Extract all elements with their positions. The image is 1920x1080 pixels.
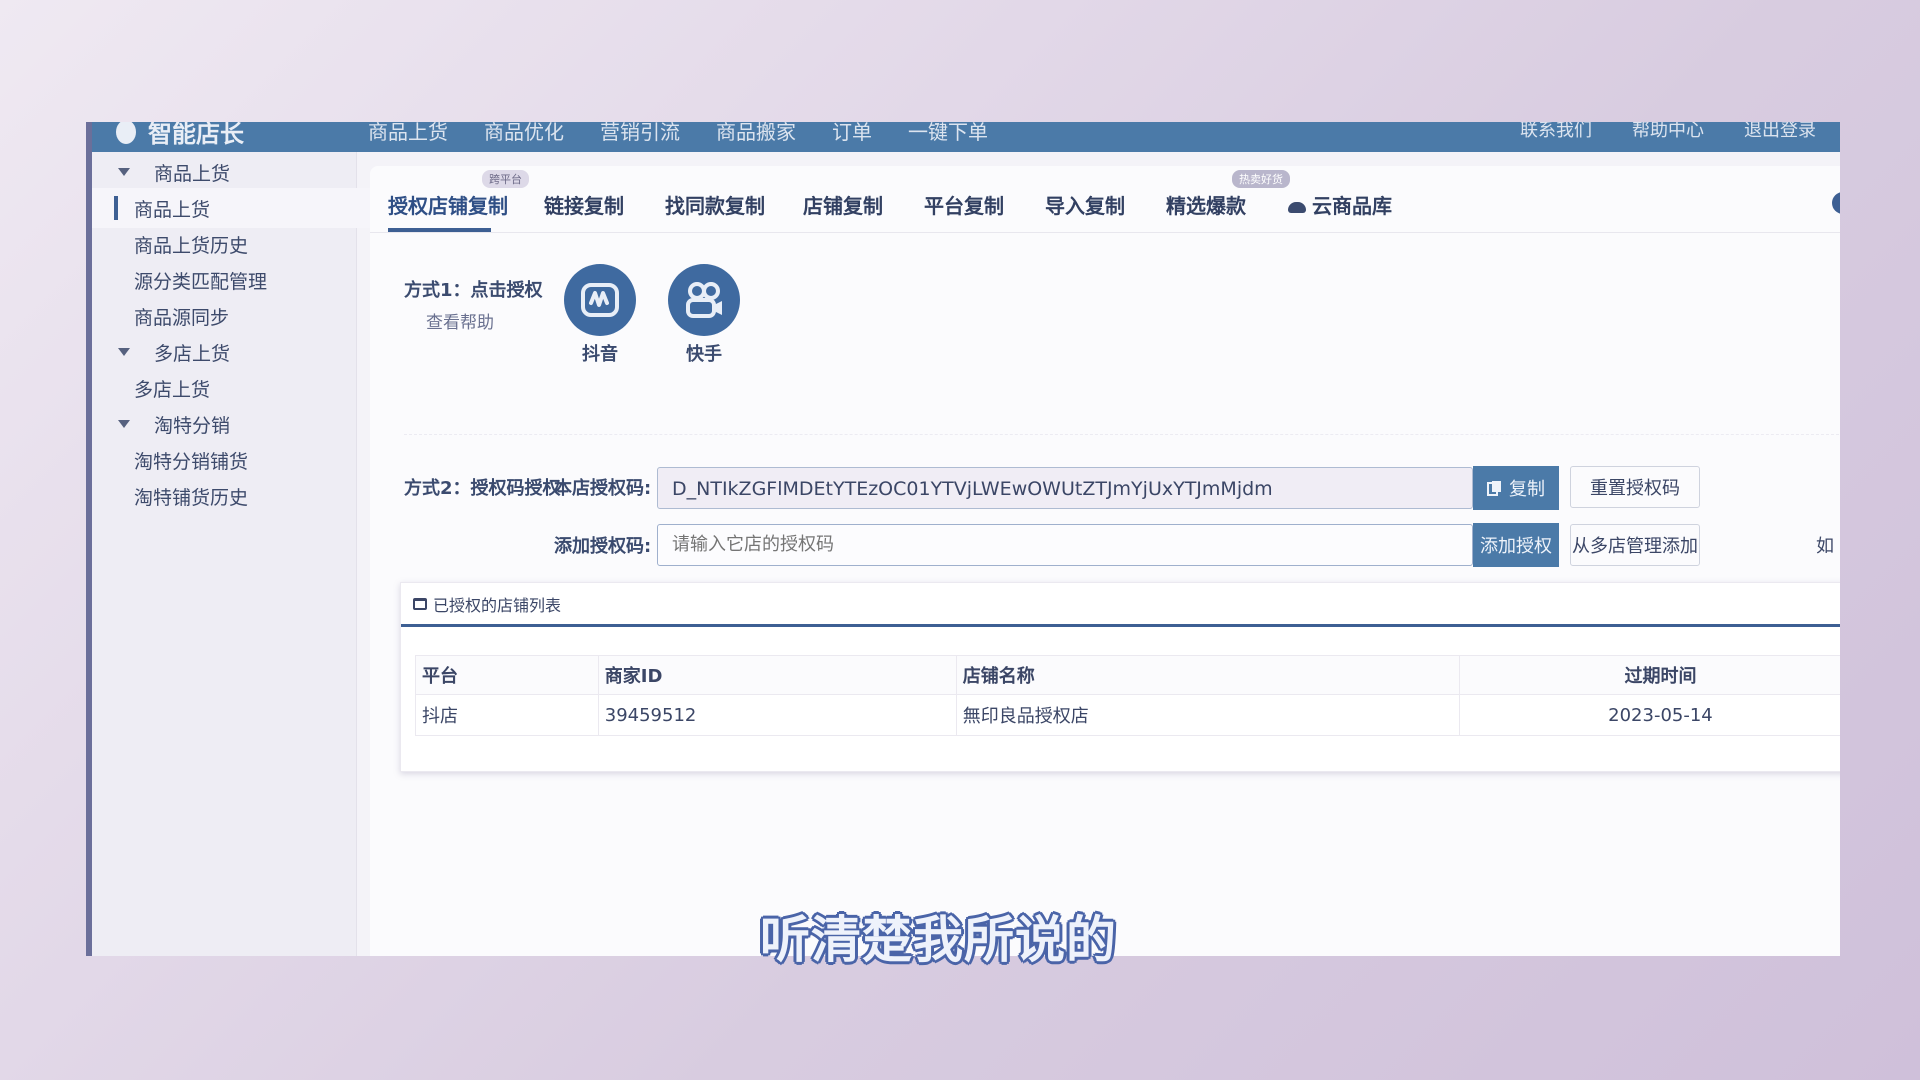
info-icon[interactable]: 1: [1832, 192, 1840, 214]
add-auth-button[interactable]: 添加授权: [1473, 523, 1559, 567]
tab-platform-copy[interactable]: 平台复制: [924, 190, 1004, 219]
card-title: 已授权的店铺列表: [433, 595, 562, 615]
tab-cloud-library[interactable]: 云商品库: [1288, 190, 1392, 219]
sidebar-item-label: 商品上货历史: [134, 234, 249, 257]
cell-merchant-id: 39459512: [597, 694, 957, 736]
tab-import-copy[interactable]: 导入复制: [1045, 190, 1125, 219]
copy-button[interactable]: 复制: [1473, 466, 1559, 510]
column-header: 店铺名称: [955, 655, 1460, 695]
sidebar-group-label: 淘特分销: [154, 414, 231, 437]
sidebar-item-label: 多店上货: [134, 378, 211, 401]
calendar-icon: [413, 597, 427, 610]
top-nav-right: 联系我们 帮助中心 退出登录: [1520, 122, 1816, 142]
sidebar-item-taote-history[interactable]: 淘特铺货历史: [92, 476, 398, 516]
tab-link-copy[interactable]: 链接复制: [544, 190, 624, 219]
platform-name: 快手: [686, 344, 722, 365]
cell-store-name: 無印良品授权店: [955, 694, 1460, 736]
sidebar-item-category-mapping[interactable]: 源分类匹配管理: [92, 260, 398, 300]
sidebar-group-upload[interactable]: 商品上货: [92, 152, 356, 192]
help-link[interactable]: 查看帮助: [426, 308, 494, 333]
divider: [404, 434, 1840, 435]
brand-name: 智能店长: [148, 122, 244, 148]
sidebar-group-taote[interactable]: 淘特分销: [92, 404, 356, 444]
sidebar-item-source-sync[interactable]: 商品源同步: [92, 296, 398, 336]
sidebar-item-label: 淘特铺货历史: [134, 486, 249, 509]
tab-featured-hot[interactable]: 精选爆款: [1166, 190, 1246, 219]
method2-title: 方式2：授权码授权: [404, 478, 561, 499]
brand-logo-icon: [116, 122, 136, 144]
sidebar-group-label: 多店上货: [154, 342, 231, 365]
active-indicator: [114, 196, 118, 220]
tab-authorized-store-copy[interactable]: 授权店铺复制: [388, 190, 508, 219]
copy-method-tabs: 跨平台 授权店铺复制 链接复制 找同款复制 店铺复制 平台复制 导入复制 热卖好…: [370, 166, 1840, 233]
authorized-store-table: 平台 商家ID 店铺名称 过期时间 抖店 39459512 無印良品授权店 20…: [415, 655, 1840, 736]
hot-badge: 热卖好货: [1232, 170, 1290, 188]
caret-down-icon: [118, 420, 130, 428]
video-caption: 听清楚我所说的: [760, 911, 1117, 969]
caret-down-icon: [118, 168, 130, 176]
sidebar-group-multistore[interactable]: 多店上货: [92, 332, 356, 372]
tab-cloud-library-label: 云商品库: [1312, 194, 1392, 218]
top-nav-item[interactable]: 商品优化: [484, 122, 564, 145]
column-header: 平台: [415, 655, 599, 695]
cell-expiry: 2023-05-14: [1458, 694, 1840, 736]
reset-code-button[interactable]: 重置授权码: [1570, 466, 1700, 508]
cloud-icon: [1288, 202, 1306, 213]
sidebar-item-upload-history[interactable]: 商品上货历史: [92, 224, 398, 264]
platform-name: 抖音: [582, 344, 618, 365]
main-panel: 跨平台 授权店铺复制 链接复制 找同款复制 店铺复制 平台复制 导入复制 热卖好…: [370, 166, 1840, 956]
card-header: 已授权的店铺列表: [401, 583, 1840, 627]
column-header: 商家ID: [597, 655, 957, 695]
top-nav: 商品上货 商品优化 营销引流 商品搬家 订单 一键下单: [368, 122, 988, 145]
sidebar-item-taote-distribution[interactable]: 淘特分销铺货: [92, 440, 398, 480]
app-window: 智能店长 商品上货 商品优化 营销引流 商品搬家 订单 一键下单 联系我们 帮助…: [86, 122, 1840, 956]
tab-store-copy[interactable]: 店铺复制: [803, 190, 883, 219]
cell-platform: 抖店: [415, 694, 599, 736]
sidebar-item-multistore-upload[interactable]: 多店上货: [92, 368, 398, 408]
sidebar-item-label: 商品上货: [134, 198, 211, 221]
top-nav-item[interactable]: 商品搬家: [716, 122, 796, 145]
contact-link[interactable]: 联系我们: [1520, 122, 1592, 142]
sidebar-item-label: 源分类匹配管理: [134, 270, 268, 293]
tab-same-item-copy[interactable]: 找同款复制: [665, 190, 765, 219]
help-link[interactable]: 帮助中心: [1632, 122, 1704, 142]
platform-douyin[interactable]: 抖音: [560, 264, 640, 366]
logout-link[interactable]: 退出登录: [1744, 122, 1816, 142]
top-nav-item[interactable]: 营销引流: [600, 122, 680, 145]
column-header: 过期时间: [1458, 655, 1840, 695]
table-row: 抖店 39459512 無印良品授权店 2023-05-14: [415, 694, 1840, 736]
sidebar-item-product-upload[interactable]: 商品上货: [92, 188, 398, 228]
top-nav-item[interactable]: 订单: [832, 122, 872, 145]
sidebar-group-label: 商品上货: [154, 162, 231, 185]
own-code-label: 本店授权码:: [554, 478, 652, 499]
caret-down-icon: [118, 348, 130, 356]
sidebar: 商品上货 商品上货 商品上货历史 源分类匹配管理 商品源同步 多店上货 多店上货…: [92, 152, 398, 956]
sidebar-item-label: 商品源同步: [134, 306, 230, 329]
platform-kuaishou[interactable]: 快手: [664, 264, 744, 366]
add-from-multistore-button[interactable]: 从多店管理添加: [1570, 524, 1700, 566]
active-tab-underline: [388, 228, 491, 232]
sidebar-item-label: 淘特分销铺货: [134, 450, 249, 473]
own-auth-code-field[interactable]: D_NTIkZGFlMDEtYTEzOC01YTVjLWEwOWUtZTJmYj…: [657, 467, 1473, 509]
top-navbar: 智能店长 商品上货 商品优化 营销引流 商品搬家 订单 一键下单 联系我们 帮助…: [92, 122, 1840, 152]
truncated-text: 如: [1816, 536, 1834, 557]
brand[interactable]: 智能店长: [116, 122, 244, 149]
kuaishou-icon: [668, 264, 740, 336]
add-auth-code-input[interactable]: [657, 524, 1473, 566]
authorized-store-card: 已授权的店铺列表 平台 商家ID 店铺名称 过期时间 抖店 39459512 無…: [400, 582, 1840, 772]
table-header-row: 平台 商家ID 店铺名称 过期时间: [415, 655, 1840, 695]
copy-button-label: 复制: [1509, 479, 1545, 500]
top-nav-item[interactable]: 商品上货: [368, 122, 448, 145]
cross-platform-badge: 跨平台: [482, 170, 529, 188]
douyin-icon: [564, 264, 636, 336]
method1-title: 方式1：点击授权: [404, 280, 543, 301]
top-nav-item[interactable]: 一键下单: [908, 122, 988, 145]
copy-icon: [1487, 481, 1501, 496]
add-code-label: 添加授权码:: [554, 536, 652, 557]
